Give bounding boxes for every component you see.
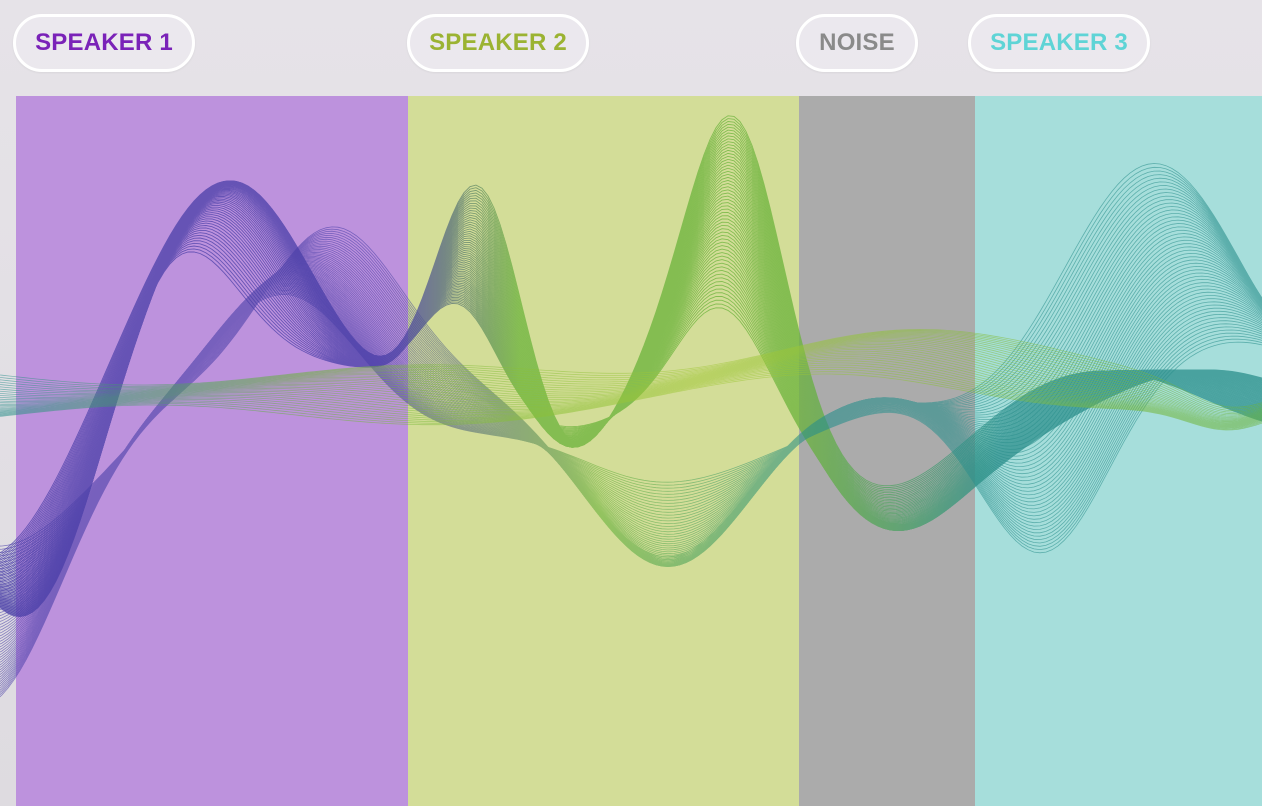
- speaker-1-label: SPEAKER 1: [13, 14, 195, 72]
- speaker-3-label-text: SPEAKER 3: [990, 29, 1128, 56]
- noise-label: NOISE: [796, 14, 918, 72]
- speaker-1-label-text: SPEAKER 1: [35, 29, 173, 56]
- waveform-mesh: [0, 115, 1262, 698]
- speaker-2-label: SPEAKER 2: [407, 14, 589, 72]
- noise-label-text: NOISE: [819, 29, 895, 56]
- speaker-3-label: SPEAKER 3: [968, 14, 1150, 72]
- speaker-2-label-text: SPEAKER 2: [429, 29, 567, 56]
- diarization-diagram: SPEAKER 1 SPEAKER 2 NOISE SPEAKER 3: [0, 0, 1262, 806]
